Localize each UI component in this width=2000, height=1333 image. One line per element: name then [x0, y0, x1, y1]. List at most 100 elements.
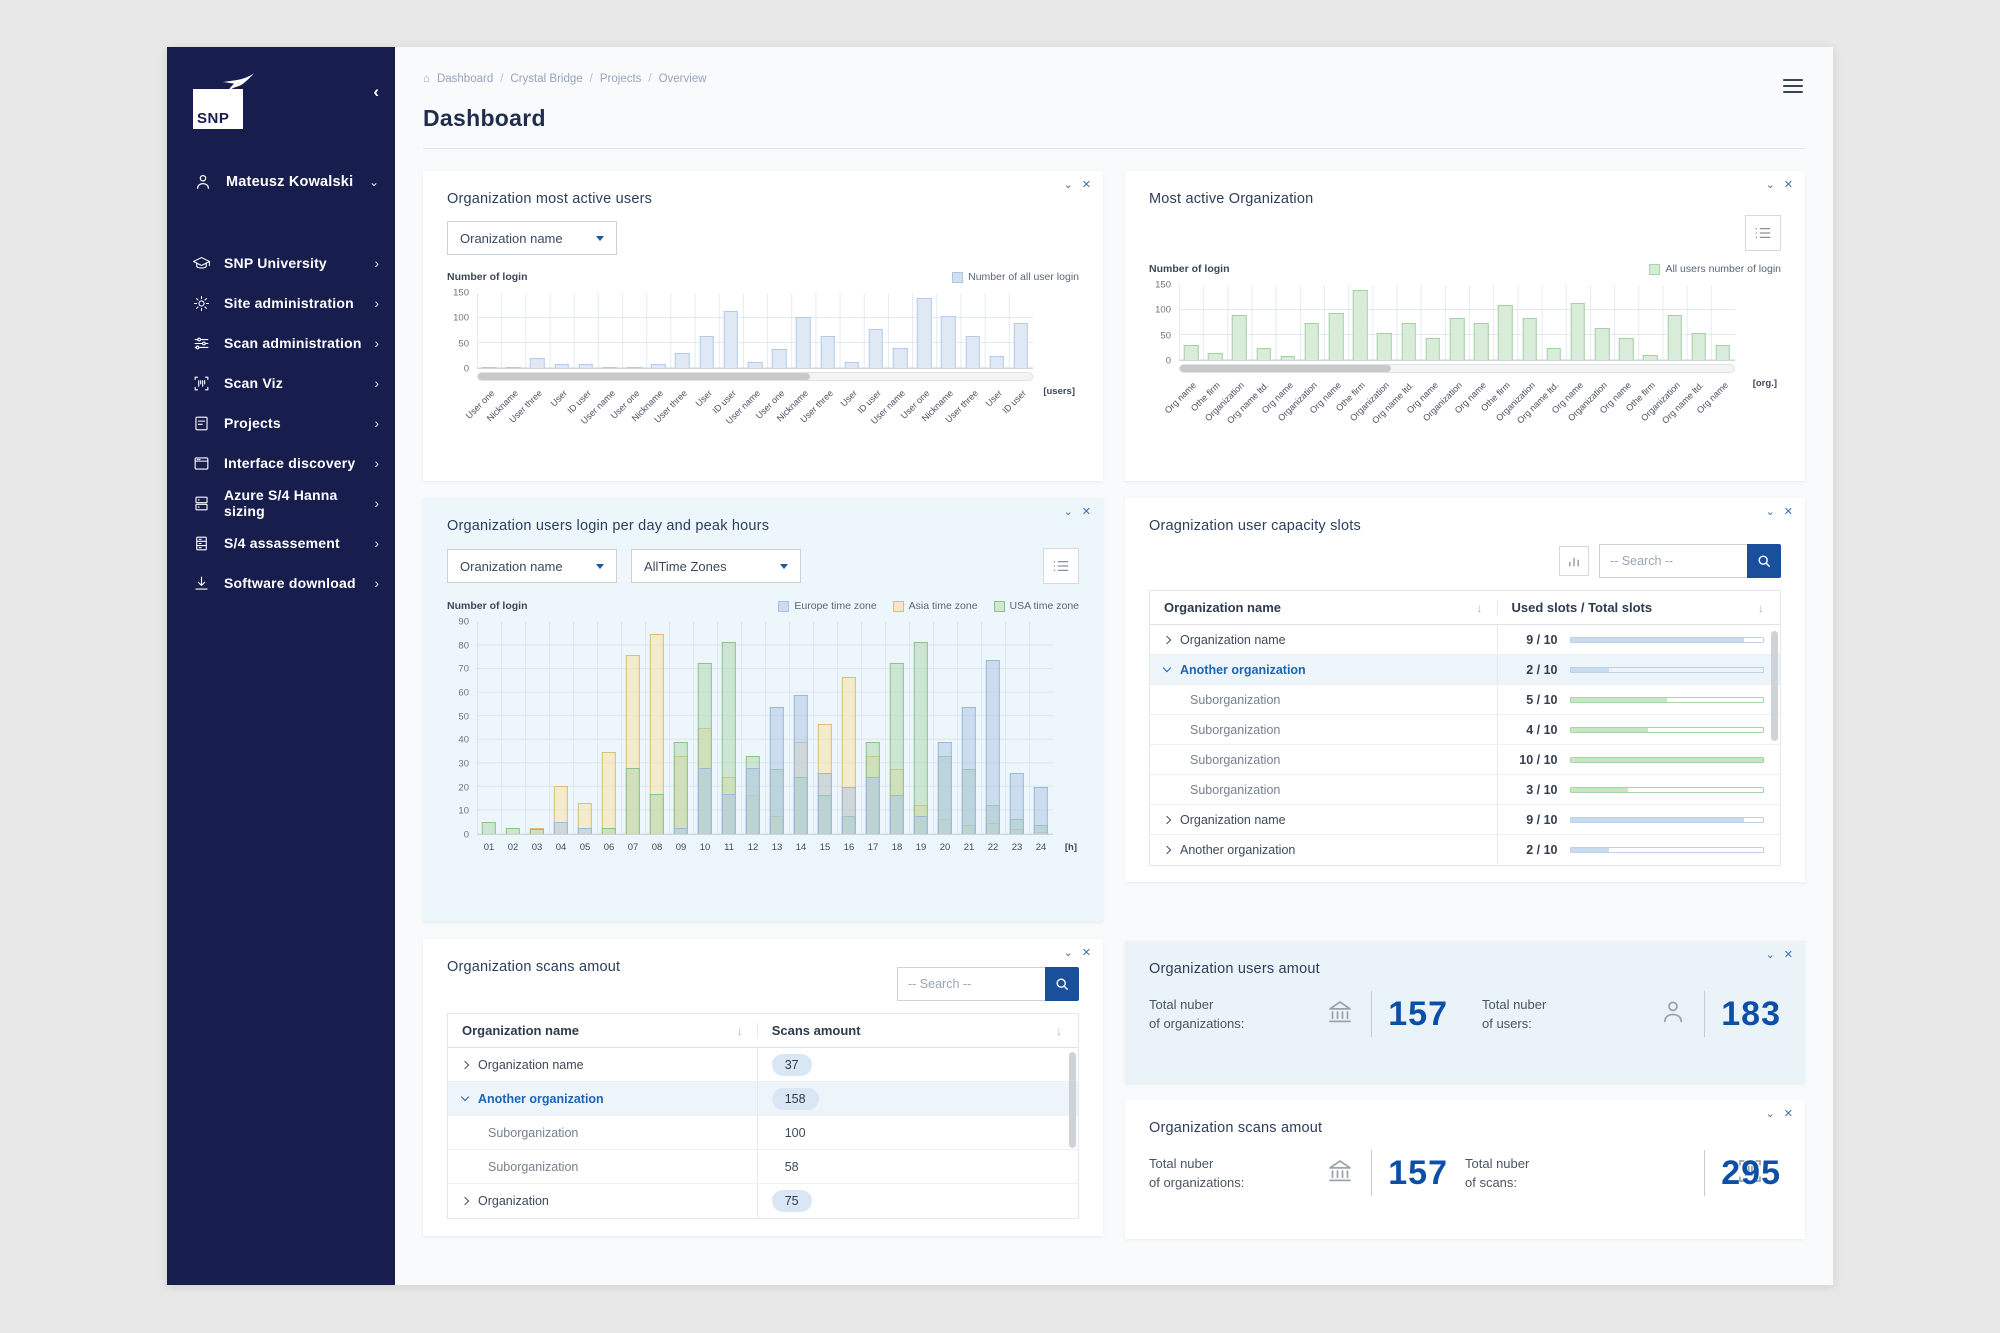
chevron-down-icon[interactable]: [1163, 664, 1171, 672]
sidebar-item-software-download[interactable]: Software download›: [167, 563, 395, 603]
org-bar-chart: 050100150Org nameOthe firmOrganizationOr…: [1149, 285, 1781, 429]
left-column: ⌄ ✕ Organization most active users Orani…: [423, 171, 1103, 1239]
sidebar-item-interface-discovery[interactable]: Interface discovery›: [167, 443, 395, 483]
x-tick-label: 09: [676, 842, 687, 853]
organization-name-dropdown[interactable]: Oranization name: [447, 221, 617, 255]
column-header[interactable]: Organization name: [462, 1023, 579, 1038]
breadcrumb-dashboard[interactable]: Dashboard: [437, 73, 493, 85]
sidebar-collapse-icon[interactable]: ‹: [373, 83, 379, 100]
sidebar-item-label: SNP University: [224, 255, 327, 271]
widget-title: Organization scans amout: [1149, 1120, 1781, 1136]
search-icon: [1756, 553, 1772, 569]
sidebar-item-s-4-assassement[interactable]: S/4 assassement›: [167, 523, 395, 563]
column-header[interactable]: Used slots / Total slots: [1512, 600, 1653, 615]
sidebar-item-projects[interactable]: Projects›: [167, 403, 395, 443]
search-button[interactable]: [1747, 544, 1781, 578]
person-icon: [1658, 997, 1688, 1032]
sidebar-item-site-administration[interactable]: Site administration›: [167, 283, 395, 323]
sidebar-item-label: S/4 assassement: [224, 535, 340, 551]
chevron-right-icon[interactable]: [1163, 815, 1171, 823]
chevron-right-icon[interactable]: [461, 1197, 469, 1205]
chevron-right-icon[interactable]: [461, 1060, 469, 1068]
close-widget-icon[interactable]: ✕: [1784, 948, 1793, 961]
table-row[interactable]: Another organization158: [448, 1082, 1078, 1116]
collapse-widget-icon[interactable]: ⌄: [1064, 946, 1073, 959]
sort-icon[interactable]: ↓: [1758, 601, 1764, 615]
table-row[interactable]: Organization75: [448, 1184, 1078, 1218]
column-header[interactable]: Scans amount: [772, 1023, 861, 1038]
table-row[interactable]: Suborganization100: [448, 1116, 1078, 1150]
table-row[interactable]: Suborganization5 / 10: [1150, 685, 1780, 715]
scrollbar-thumb[interactable]: [1180, 365, 1391, 372]
chevron-right-icon[interactable]: [1163, 846, 1171, 854]
x-tick-label: 15: [820, 842, 831, 853]
slots-value: 2 / 10: [1512, 663, 1558, 677]
breadcrumb-overview[interactable]: Overview: [659, 73, 707, 85]
chevron-down-icon[interactable]: [461, 1093, 469, 1101]
table-row[interactable]: Another organization2 / 10: [1150, 655, 1780, 685]
sidebar-item-azure-s-4-hanna-sizing[interactable]: Azure S/4 Hanna sizing›: [167, 483, 395, 523]
table-row[interactable]: Suborganization58: [448, 1150, 1078, 1184]
close-widget-icon[interactable]: ✕: [1784, 505, 1793, 518]
table-row[interactable]: Another organization2 / 10: [1150, 835, 1780, 865]
sort-icon[interactable]: ↓: [737, 1024, 743, 1038]
horizontal-scrollbar[interactable]: [477, 372, 1033, 381]
user-menu[interactable]: Mateusz Kowalski ⌄: [167, 167, 395, 197]
scrollbar-thumb[interactable]: [478, 373, 810, 380]
close-widget-icon[interactable]: ✕: [1784, 178, 1793, 191]
widget-scans-amount: ⌄ ✕ Organization scans amout Total nuber…: [1125, 1100, 1805, 1239]
search-button[interactable]: [1045, 967, 1079, 1001]
list-view-button[interactable]: [1745, 215, 1781, 251]
close-widget-icon[interactable]: ✕: [1082, 505, 1091, 518]
chevron-right-icon[interactable]: [1163, 635, 1171, 643]
table-row[interactable]: Suborganization4 / 10: [1150, 715, 1780, 745]
collapse-widget-icon[interactable]: ⌄: [1064, 505, 1073, 518]
bar: [506, 828, 520, 834]
organization-name-dropdown[interactable]: Oranization name: [447, 549, 617, 583]
hamburger-menu-icon[interactable]: [1783, 75, 1803, 97]
sort-icon[interactable]: ↓: [1056, 1024, 1062, 1038]
sidebar-item-snp-university[interactable]: SNP University›: [167, 243, 395, 283]
sidebar-item-scan-administration[interactable]: Scan administration›: [167, 323, 395, 363]
breadcrumb-projects[interactable]: Projects: [600, 73, 642, 85]
sort-icon[interactable]: ↓: [1477, 601, 1483, 615]
time-zones-dropdown[interactable]: AllTime Zones: [631, 549, 801, 583]
sidebar-item-label: Azure S/4 Hanna sizing: [224, 487, 374, 519]
collapse-widget-icon[interactable]: ⌄: [1064, 178, 1073, 191]
bar: [506, 367, 521, 369]
collapse-widget-icon[interactable]: ⌄: [1766, 178, 1775, 191]
bar: [986, 660, 1000, 834]
stat-organizations: Total nuber of organizations: 157: [1149, 1150, 1448, 1196]
list-view-button[interactable]: [1043, 548, 1079, 584]
table-row[interactable]: Organization name9 / 10: [1150, 805, 1780, 835]
search-input[interactable]: [1599, 544, 1747, 578]
vertical-scrollbar[interactable]: [1069, 1052, 1076, 1148]
breadcrumb-crystal-bridge[interactable]: Crystal Bridge: [510, 73, 582, 85]
close-widget-icon[interactable]: ✕: [1784, 1107, 1793, 1120]
bank-icon: [1325, 997, 1355, 1032]
scans-value: 58: [772, 1160, 799, 1174]
stat-label: Total nuber of scans:: [1465, 1154, 1529, 1193]
collapse-widget-icon[interactable]: ⌄: [1766, 505, 1775, 518]
column-header[interactable]: Organization name: [1164, 600, 1281, 615]
close-widget-icon[interactable]: ✕: [1082, 178, 1091, 191]
table-row[interactable]: Organization name9 / 10: [1150, 625, 1780, 655]
scans-value: 158: [772, 1088, 819, 1110]
y-tick: 90: [458, 617, 469, 628]
vertical-scrollbar[interactable]: [1771, 631, 1778, 741]
collapse-widget-icon[interactable]: ⌄: [1766, 1107, 1775, 1120]
stat-scans: Total nuber of scans: 295: [1465, 1150, 1781, 1196]
chart-view-button[interactable]: [1559, 546, 1589, 576]
search-input[interactable]: [897, 967, 1045, 1001]
table-row[interactable]: Suborganization10 / 10: [1150, 745, 1780, 775]
bank-icon: [1325, 1156, 1355, 1191]
collapse-widget-icon[interactable]: ⌄: [1766, 948, 1775, 961]
bar: [627, 367, 642, 368]
bar: [675, 353, 690, 368]
table-row[interactable]: Suborganization3 / 10: [1150, 775, 1780, 805]
close-widget-icon[interactable]: ✕: [1082, 946, 1091, 959]
table-row[interactable]: Organization name37: [448, 1048, 1078, 1082]
sidebar-item-scan-viz[interactable]: Scan Viz›: [167, 363, 395, 403]
document-icon: [192, 414, 211, 433]
horizontal-scrollbar[interactable]: [1179, 364, 1735, 373]
